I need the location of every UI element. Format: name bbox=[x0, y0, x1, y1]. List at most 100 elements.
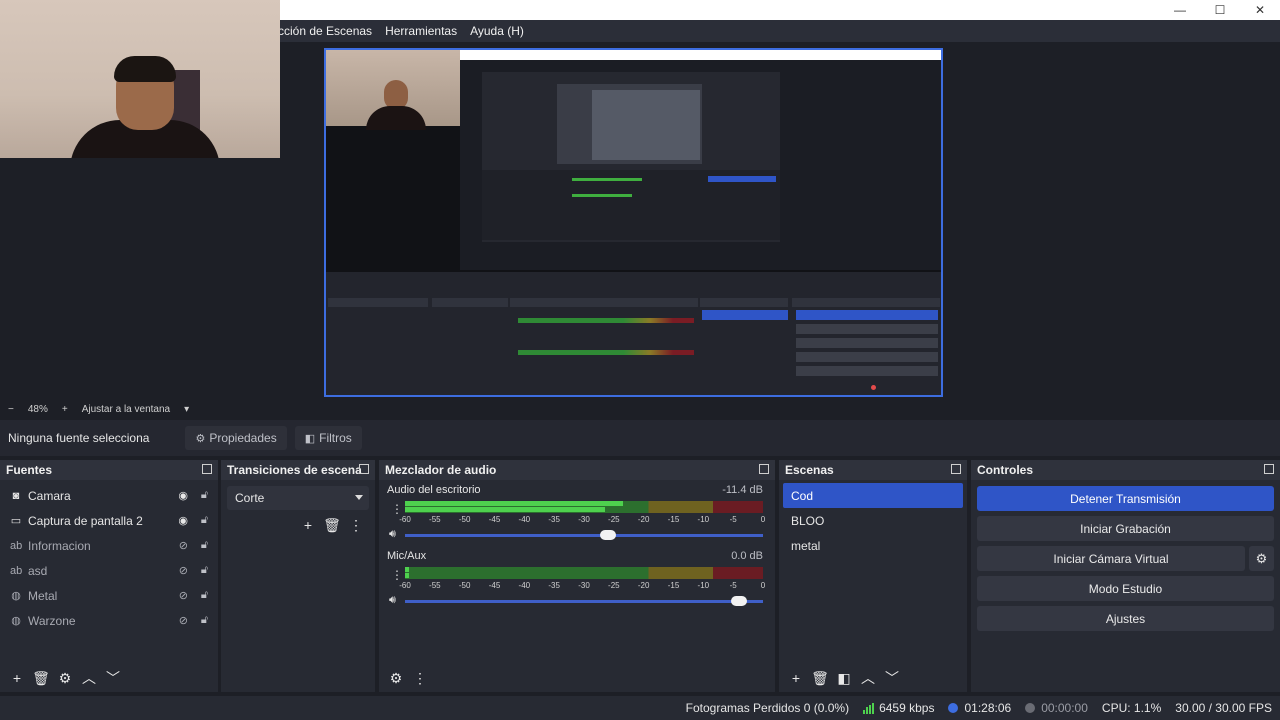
gear-icon[interactable]: ⚙ bbox=[385, 667, 407, 689]
mouse-cursor-icon bbox=[871, 385, 876, 390]
scene-item-cod[interactable]: Cod bbox=[783, 483, 963, 508]
meter-tick-label: -55 bbox=[429, 581, 441, 590]
eye-hidden-icon[interactable]: ⊘ bbox=[179, 614, 188, 627]
lock-icon[interactable]: 🔓︎ bbox=[201, 614, 208, 627]
bitrate: 6459 kbps bbox=[863, 701, 934, 715]
program-preview[interactable] bbox=[324, 48, 943, 397]
maximize-button[interactable]: ☐ bbox=[1200, 0, 1240, 20]
properties-button[interactable]: ⚙ Propiedades bbox=[185, 426, 287, 450]
undock-icon[interactable] bbox=[359, 464, 369, 474]
meter-tick-label: -15 bbox=[667, 515, 680, 524]
gamepad-icon: ◍ bbox=[11, 590, 21, 602]
stream-time: 01:28:06 bbox=[948, 701, 1011, 715]
virtual-camera-button[interactable]: Iniciar Cámara Virtual bbox=[977, 546, 1245, 571]
stop-stream-button[interactable]: Detener Transmisión bbox=[977, 486, 1274, 511]
add-scene-button[interactable]: + bbox=[785, 667, 807, 689]
scenes-title-text: Escenas bbox=[785, 463, 834, 477]
lock-icon[interactable]: 🔓︎ bbox=[201, 589, 208, 602]
undock-icon[interactable] bbox=[1264, 464, 1274, 474]
chevron-down-icon[interactable]: ﹀ bbox=[102, 667, 124, 689]
more-options-icon[interactable]: ⋮ bbox=[391, 568, 403, 582]
menu-tools[interactable]: Herramientas bbox=[385, 24, 457, 38]
meter-level bbox=[405, 573, 409, 578]
meter-tick-label: -60 bbox=[399, 581, 411, 590]
volume-slider[interactable]: 🔊︎ bbox=[387, 594, 763, 608]
source-item-camara[interactable]: ◙ Camara ◉ 🔓︎ bbox=[0, 483, 218, 508]
close-button[interactable]: ✕ bbox=[1240, 0, 1280, 20]
undock-icon[interactable] bbox=[759, 464, 769, 474]
eye-icon[interactable]: ◉ bbox=[178, 514, 188, 527]
eye-hidden-icon[interactable]: ⊘ bbox=[179, 589, 188, 602]
zoom-in-button[interactable]: + bbox=[62, 404, 68, 415]
meter-tick-label: -10 bbox=[697, 515, 710, 524]
signal-icon bbox=[863, 702, 875, 714]
eye-icon[interactable]: ◉ bbox=[178, 489, 188, 502]
chevron-down-icon[interactable]: ﹀ bbox=[881, 667, 903, 689]
status-bar: Fotogramas Perdidos 0 (0.0%) 6459 kbps 0… bbox=[0, 696, 1280, 720]
meter-level bbox=[405, 507, 606, 512]
settings-button[interactable]: Ajustes bbox=[977, 606, 1274, 631]
volume-meter bbox=[405, 567, 763, 579]
eye-hidden-icon[interactable]: ⊘ bbox=[179, 539, 188, 552]
gear-icon[interactable]: ⚙ bbox=[1249, 546, 1274, 571]
source-item-warzone[interactable]: ◍ Warzone ⊘ 🔓︎ bbox=[0, 608, 218, 633]
eye-hidden-icon[interactable]: ⊘ bbox=[179, 564, 188, 577]
source-label: Camara bbox=[28, 488, 71, 503]
source-item-metal[interactable]: ◍ Metal ⊘ 🔓︎ bbox=[0, 583, 218, 608]
filter-icon[interactable]: ◧ bbox=[833, 667, 855, 689]
lock-icon[interactable]: 🔓︎ bbox=[201, 489, 208, 502]
more-options-icon[interactable]: ⋮ bbox=[345, 514, 367, 536]
lock-icon[interactable]: 🔓︎ bbox=[201, 539, 208, 552]
virtual-camera-row: Iniciar Cámara Virtual ⚙ bbox=[977, 546, 1274, 571]
meter-tick-label: -5 bbox=[729, 515, 737, 524]
studio-mode-button[interactable]: Modo Estudio bbox=[977, 576, 1274, 601]
chevron-up-icon[interactable]: ︿ bbox=[78, 667, 100, 689]
volume-track[interactable] bbox=[405, 600, 763, 603]
chevron-down-icon[interactable]: ▾ bbox=[184, 404, 189, 415]
more-options-icon[interactable]: ⋮ bbox=[409, 667, 431, 689]
source-item-informacion[interactable]: ab Informacion ⊘ 🔓︎ bbox=[0, 533, 218, 558]
speaker-icon[interactable]: 🔊︎ bbox=[389, 528, 396, 541]
chevron-up-icon[interactable]: ︿ bbox=[857, 667, 879, 689]
gear-icon[interactable]: ⚙ bbox=[54, 667, 76, 689]
source-item-asd[interactable]: ab asd ⊘ 🔓︎ bbox=[0, 558, 218, 583]
start-recording-button[interactable]: Iniciar Grabación bbox=[977, 516, 1274, 541]
preview-nested-window bbox=[460, 50, 941, 270]
undock-icon[interactable] bbox=[202, 464, 212, 474]
menu-scene-collection[interactable]: cción de Escenas bbox=[278, 24, 372, 38]
source-item-captura[interactable]: ▭ Captura de pantalla 2 ◉ 🔓︎ bbox=[0, 508, 218, 533]
text-icon: ab bbox=[10, 564, 23, 577]
sources-title-text: Fuentes bbox=[6, 463, 53, 477]
volume-knob[interactable] bbox=[600, 530, 616, 540]
meter-tick-label: -50 bbox=[458, 581, 471, 590]
meter-tick-label: -60 bbox=[399, 515, 411, 524]
trash-icon[interactable]: 🗑︎ bbox=[321, 514, 343, 536]
volume-slider[interactable]: 🔊︎ bbox=[387, 528, 763, 542]
sources-title: Fuentes bbox=[0, 460, 218, 480]
speaker-icon[interactable]: 🔊︎ bbox=[389, 594, 396, 607]
add-transition-button[interactable]: + bbox=[297, 514, 319, 536]
zoom-out-button[interactable]: − bbox=[8, 404, 14, 415]
more-options-icon[interactable]: ⋮ bbox=[391, 502, 403, 516]
scene-item-metal[interactable]: metal bbox=[783, 533, 963, 558]
meter-tick-label: -20 bbox=[637, 515, 650, 524]
transition-select[interactable]: Corte bbox=[227, 486, 369, 510]
volume-track[interactable] bbox=[405, 534, 763, 537]
trash-icon[interactable]: 🗑︎ bbox=[809, 667, 831, 689]
minimize-button[interactable]: — bbox=[1160, 0, 1200, 20]
zoom-fit-select[interactable]: Ajustar a la ventana bbox=[82, 404, 170, 415]
bitrate-value: 6459 kbps bbox=[879, 701, 935, 715]
lock-icon[interactable]: 🔓︎ bbox=[201, 564, 208, 577]
scene-item-bloo[interactable]: BLOO bbox=[783, 508, 963, 533]
menu-help[interactable]: Ayuda (H) bbox=[470, 24, 524, 38]
transitions-dock: Transiciones de escena Corte + 🗑︎ ⋮ bbox=[221, 460, 375, 692]
filters-button[interactable]: ◧ Filtros bbox=[294, 426, 362, 450]
trash-icon[interactable]: 🗑︎ bbox=[30, 667, 52, 689]
undock-icon[interactable] bbox=[951, 464, 961, 474]
properties-bar: Ninguna fuente selecciona ⚙ Propiedades … bbox=[0, 420, 1280, 456]
sources-dock: Fuentes ◙ Camara ◉ 🔓︎ ▭ Captura de panta… bbox=[0, 460, 218, 692]
transition-tools: + 🗑︎ ⋮ bbox=[221, 514, 375, 536]
volume-knob[interactable] bbox=[731, 596, 747, 606]
lock-icon[interactable]: 🔓︎ bbox=[201, 514, 208, 527]
add-source-button[interactable]: + bbox=[6, 667, 28, 689]
